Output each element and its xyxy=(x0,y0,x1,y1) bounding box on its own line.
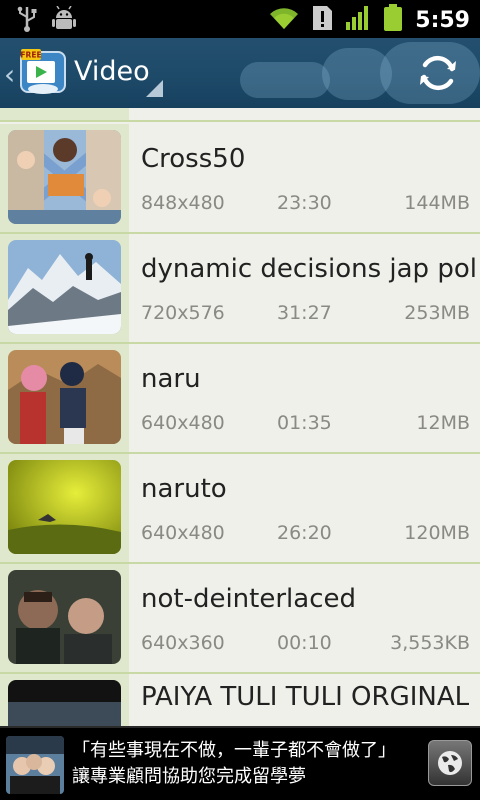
video-item[interactable]: naru 640x480 01:35 12MB xyxy=(0,344,480,454)
status-bar: 5:59 xyxy=(0,0,480,38)
video-size: 12MB xyxy=(416,412,470,434)
video-resolution: 640x480 xyxy=(141,412,225,434)
video-title: Cross50 xyxy=(141,144,246,174)
thumbnail-frame xyxy=(0,108,129,120)
back-chevron-icon[interactable]: ‹ xyxy=(4,58,15,91)
video-title: naruto xyxy=(141,474,227,504)
video-size: 253MB xyxy=(404,302,470,324)
thumbnail-frame xyxy=(0,234,129,342)
sd-card-alert-icon xyxy=(311,5,333,35)
video-resolution: 640x480 xyxy=(141,522,225,544)
thumbnail-frame xyxy=(0,344,129,452)
video-item[interactable]: naruto 640x480 26:20 120MB xyxy=(0,454,480,564)
video-title: PAIYA TULI TULI ORGINAL xyxy=(141,682,470,712)
video-title: naru xyxy=(141,364,201,394)
globe-icon xyxy=(438,751,462,775)
video-size: 3,553KB xyxy=(390,632,470,654)
video-duration: 23:30 xyxy=(277,192,332,214)
video-duration: 01:35 xyxy=(277,412,332,434)
video-duration: 31:27 xyxy=(277,302,332,324)
list-item-partial[interactable] xyxy=(0,108,480,122)
video-title: dynamic decisions jap pol xyxy=(141,254,477,284)
video-size: 120MB xyxy=(404,522,470,544)
dropdown-indicator-icon[interactable] xyxy=(146,80,163,97)
video-item[interactable]: Cross50 848x480 23:30 144MB xyxy=(0,124,480,234)
thumbnail-frame xyxy=(0,124,129,232)
video-item[interactable]: not-deinterlaced 640x360 00:10 3,553KB xyxy=(0,564,480,674)
video-resolution: 720x576 xyxy=(141,302,225,324)
signal-icon xyxy=(345,5,371,35)
thumbnail-frame xyxy=(0,454,129,562)
video-duration: 26:20 xyxy=(277,522,332,544)
free-badge: FREE xyxy=(20,51,41,60)
clock: 5:59 xyxy=(415,7,470,33)
video-resolution: 640x360 xyxy=(141,632,225,654)
video-thumbnail xyxy=(8,130,121,224)
action-bar: ‹ FREE Video xyxy=(0,38,480,108)
video-title: not-deinterlaced xyxy=(141,584,356,614)
ad-text[interactable]: 「有些事現在不做，一輩子都不會做了」讓專業顧問協助您完成留學夢 xyxy=(72,738,412,790)
thumbnail-frame xyxy=(0,564,129,672)
video-thumbnail xyxy=(8,460,121,554)
ad-globe-button[interactable] xyxy=(428,740,472,786)
video-thumbnail xyxy=(8,680,121,726)
video-thumbnail xyxy=(8,570,121,664)
thumbnail-frame xyxy=(0,674,129,726)
cloud-decoration xyxy=(240,62,330,98)
video-resolution: 848x480 xyxy=(141,192,225,214)
video-item[interactable]: PAIYA TULI TULI ORGINAL xyxy=(0,674,480,726)
ad-image[interactable] xyxy=(6,736,64,794)
usb-icon xyxy=(16,5,38,37)
refresh-icon xyxy=(420,55,456,91)
battery-icon xyxy=(383,4,403,36)
video-item[interactable]: dynamic decisions jap pol 720x576 31:27 … xyxy=(0,234,480,344)
page-title[interactable]: Video xyxy=(74,56,150,87)
android-debug-icon xyxy=(52,5,76,36)
ad-banner[interactable]: 「有些事現在不做，一輩子都不會做了」讓專業顧問協助您完成留學夢 xyxy=(0,726,480,800)
video-thumbnail xyxy=(8,350,121,444)
free-video-app-icon[interactable]: FREE xyxy=(20,49,66,95)
video-thumbnail xyxy=(8,240,121,334)
video-duration: 00:10 xyxy=(277,632,332,654)
refresh-button[interactable] xyxy=(414,49,462,97)
video-size: 144MB xyxy=(404,192,470,214)
video-list[interactable]: Cross50 848x480 23:30 144MB dynamic deci… xyxy=(0,108,480,726)
wifi-icon xyxy=(269,5,299,35)
